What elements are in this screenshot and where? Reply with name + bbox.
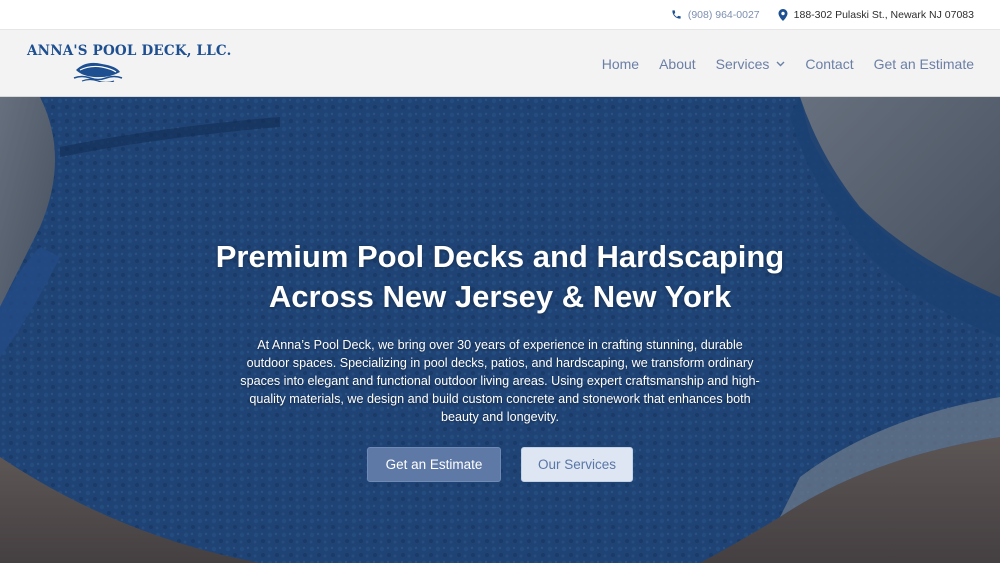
pool-logo-icon bbox=[73, 62, 123, 82]
hero-title: Premium Pool Decks and Hardscaping Acros… bbox=[0, 237, 1000, 317]
our-services-button[interactable]: Our Services bbox=[521, 447, 633, 482]
nav-get-estimate[interactable]: Get an Estimate bbox=[874, 56, 974, 72]
nav-home[interactable]: Home bbox=[602, 56, 639, 72]
get-estimate-button[interactable]: Get an Estimate bbox=[367, 447, 501, 482]
phone-contact[interactable]: (908) 964-0027 bbox=[671, 9, 760, 21]
address-text: 188-302 Pulaski St., Newark NJ 07083 bbox=[793, 8, 974, 21]
map-pin-icon bbox=[778, 8, 788, 21]
hero-description: At Anna’s Pool Deck, we bring over 30 ye… bbox=[240, 338, 760, 424]
site-header: ANNA'S POOL DECK, LLC. Home About Servic… bbox=[0, 30, 1000, 97]
main-navigation: Home About Services Contact Get an Estim… bbox=[602, 30, 974, 97]
hero-overlay bbox=[0, 97, 1000, 563]
hero-title-line-1: Premium Pool Decks and Hardscaping bbox=[215, 239, 785, 274]
phone-icon bbox=[671, 9, 682, 20]
top-contact-bar: (908) 964-0027 188-302 Pulaski St., Newa… bbox=[0, 0, 1000, 30]
nav-services[interactable]: Services bbox=[716, 56, 786, 72]
hero-title-line-2: Across New Jersey & New York bbox=[268, 279, 732, 314]
nav-services-label: Services bbox=[715, 55, 770, 72]
nav-contact[interactable]: Contact bbox=[805, 56, 853, 72]
chevron-down-icon bbox=[776, 61, 785, 67]
phone-number[interactable]: (908) 964-0027 bbox=[688, 9, 760, 21]
address-contact: 188-302 Pulaski St., Newark NJ 07083 bbox=[778, 8, 974, 21]
nav-about[interactable]: About bbox=[659, 56, 696, 72]
site-logo[interactable]: ANNA'S POOL DECK, LLC. bbox=[24, 42, 231, 86]
hero-section: Premium Pool Decks and Hardscaping Acros… bbox=[0, 97, 1000, 563]
logo-text: ANNA'S POOL DECK, LLC. bbox=[27, 43, 232, 59]
